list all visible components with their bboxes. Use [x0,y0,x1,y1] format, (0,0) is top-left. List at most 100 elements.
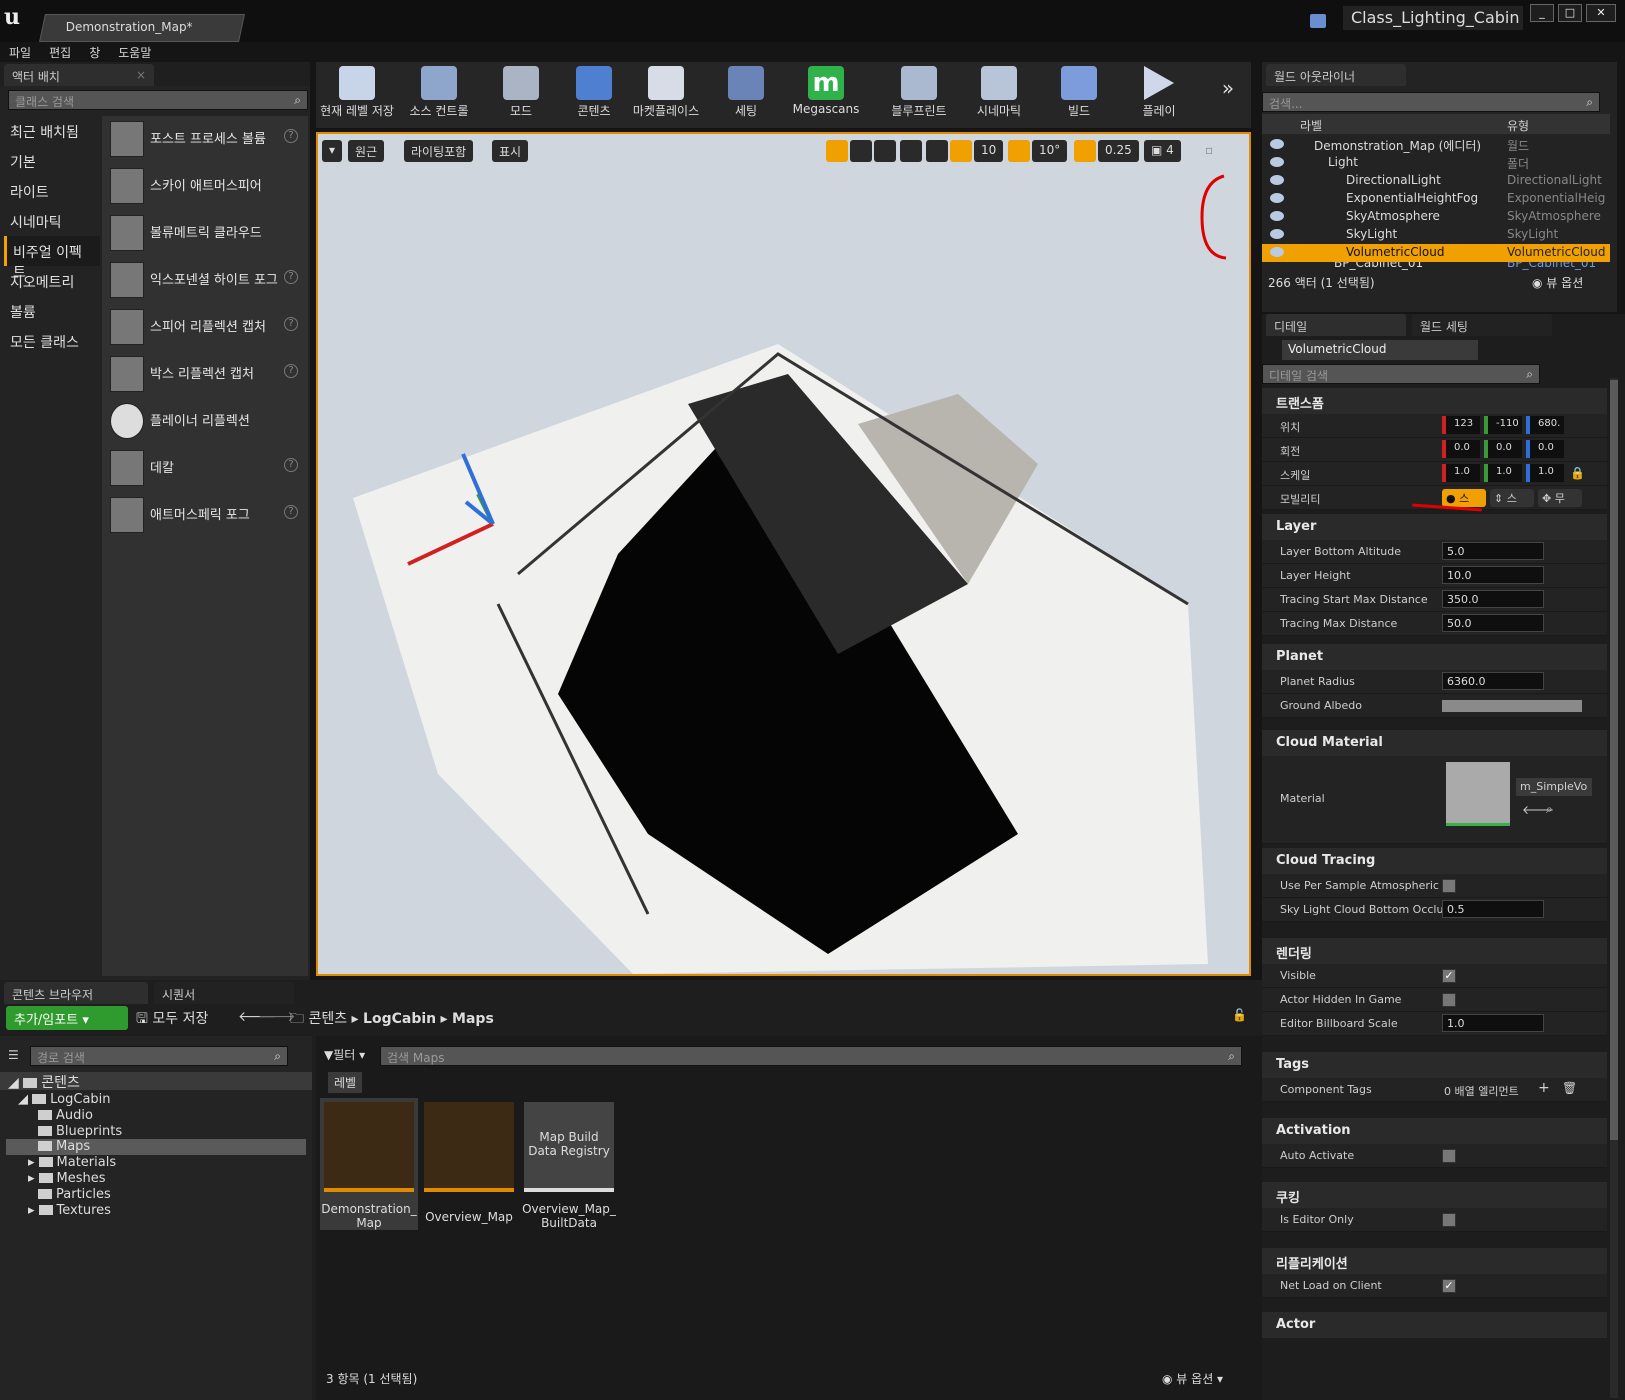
tree-node-textures[interactable]: ▸ Textures [28,1203,111,1218]
menu-help[interactable]: 도움말 [109,42,160,63]
is-editor-only-checkbox[interactable] [1442,1213,1456,1227]
rotation-x-field[interactable]: 0.0 [1442,440,1480,458]
browse-search-icon[interactable]: ⌕ [1546,802,1553,817]
outliner-row[interactable]: SkyLight SkyLight [1262,226,1610,244]
visibility-eye-icon[interactable] [1270,229,1284,239]
outliner-row[interactable]: SkyAtmosphere SkyAtmosphere [1262,208,1610,226]
menu-file[interactable]: 파일 [0,42,40,63]
outliner-view-options[interactable]: ◉ 뷰 옵션 [1532,274,1583,291]
category-lights[interactable]: 라이트 [4,176,100,206]
world-settings-tab[interactable]: 월드 세팅 [1412,314,1552,336]
tree-node-maps[interactable]: Maps [38,1139,90,1154]
viewport-options-button[interactable]: ▾ [322,140,342,162]
settings-button[interactable]: 세팅 [716,62,776,126]
visibility-eye-icon[interactable] [1270,157,1284,167]
actor-hidden-checkbox[interactable] [1442,993,1456,1007]
class-search-input[interactable]: 클래스 검색 ⌕ [8,90,308,110]
breadcrumb-content[interactable]: 콘텐츠 [308,1011,347,1027]
section-transform[interactable]: 트랜스폼 [1262,388,1607,414]
outliner-row[interactable]: BP_Cabinet_01 BP_Cabinet_01 [1262,262,1610,270]
scale-snap-icon[interactable] [1074,140,1096,162]
unreal-logo-icon[interactable]: u [4,4,30,32]
grid-snap-icon[interactable] [950,140,972,162]
grid-snap-value[interactable]: 10 [974,140,1004,162]
visibility-eye-icon[interactable] [1270,211,1284,221]
category-recent[interactable]: 최근 배치됨 [4,116,100,146]
camera-speed-button[interactable]: ▣ 4 [1144,140,1181,162]
tree-node-logcabin[interactable]: ◢ LogCabin [18,1092,111,1107]
menu-window[interactable]: 창 [80,42,109,63]
outliner-tab[interactable]: 월드 아웃라이너 [1266,64,1406,86]
lock-icon[interactable]: 🔒 [1570,466,1585,480]
close-tab-icon[interactable]: × [136,68,146,82]
net-load-checkbox[interactable]: ✓ [1442,1279,1456,1293]
details-search-input[interactable]: 디테일 검색 ⌕ [1262,364,1540,384]
section-planet[interactable]: Planet [1262,644,1607,670]
section-cloud-material[interactable]: Cloud Material [1262,730,1607,756]
rotation-y-field[interactable]: 0.0 [1484,440,1522,458]
details-scrollbar-thumb[interactable] [1610,380,1618,1140]
tree-node-materials[interactable]: ▸ Materials [28,1155,116,1170]
location-x-field[interactable]: 123 [1442,416,1480,434]
tree-node-blueprints[interactable]: Blueprints [38,1124,122,1139]
cinematics-button[interactable]: 시네마틱 [964,62,1034,126]
lock-icon[interactable]: 🔓 [1232,1008,1247,1022]
content-button[interactable]: 콘텐츠 [564,62,624,126]
asset-overview-map-builtdata[interactable]: Map Build Data Registry Overview_Map_ Bui… [520,1098,618,1230]
save-level-button[interactable]: 현재 레벨 저장 [318,62,396,126]
mobility-static-button[interactable]: ● 스 [1442,489,1486,507]
mobility-stationary-button[interactable]: ⇕ 스 [1490,489,1534,507]
section-actor[interactable]: Actor [1262,1312,1607,1338]
tree-node-meshes[interactable]: ▸ Meshes [28,1171,106,1186]
perspective-button[interactable]: 원근 [348,140,385,162]
tracing-start-max-distance-field[interactable]: 350.0 [1442,590,1544,608]
actor-item-atmospheric-fog[interactable]: 애트머스페릭 포그? [102,492,308,539]
tracing-max-distance-field[interactable]: 50.0 [1442,614,1544,632]
category-visual-effects[interactable]: 비주얼 이펙트 [4,236,100,281]
help-icon[interactable]: ? [284,364,298,378]
section-rendering[interactable]: 렌더링 [1262,938,1607,964]
breadcrumb-maps[interactable]: Maps [452,1011,494,1027]
help-icon[interactable]: ? [284,505,298,519]
tree-node-content[interactable]: ◢ 콘텐츠 [8,1072,80,1092]
maximize-button[interactable]: □ [1558,4,1582,22]
source-control-status-icon[interactable] [1310,14,1326,28]
scale-y-field[interactable]: 1.0 [1484,464,1522,482]
billboard-scale-field[interactable]: 1.0 [1442,1014,1544,1032]
visibility-eye-icon[interactable] [1270,193,1284,203]
place-actors-tab[interactable]: 액터 배치 × [4,64,154,86]
section-cloud-tracing[interactable]: Cloud Tracing [1262,848,1607,874]
actor-item-exponential-height-fog[interactable]: 익스포넨셜 하이트 포그? [102,257,308,304]
document-tab[interactable]: Demonstration_Map* [39,14,245,42]
tree-node-audio[interactable]: Audio [38,1108,93,1123]
help-icon[interactable]: ? [284,317,298,331]
layer-height-field[interactable]: 10.0 [1442,566,1544,584]
actor-item-sphere-reflection-capture[interactable]: 스피어 리플렉션 캡처? [102,304,308,351]
actor-item-planar-reflection[interactable]: 플레이너 리플렉션 [102,398,308,445]
actor-item-volumetric-cloud[interactable]: 볼류메트릭 클라우드 [102,210,308,257]
per-sample-checkbox[interactable] [1442,879,1456,893]
section-tags[interactable]: Tags [1262,1052,1607,1078]
rotation-z-field[interactable]: 0.0 [1526,440,1564,458]
close-button[interactable]: ✕ [1586,4,1616,22]
material-dropdown[interactable]: m_SimpleVo [1516,778,1592,796]
layer-bottom-altitude-field[interactable]: 5.0 [1442,542,1544,560]
category-basic[interactable]: 기본 [4,146,100,176]
mobility-movable-button[interactable]: ✥ 무 [1538,489,1582,507]
scale-snap-value[interactable]: 0.25 [1098,140,1139,162]
rotation-snap-value[interactable]: 10° [1032,140,1068,162]
outliner-row[interactable]: DirectionalLight DirectionalLight [1262,172,1610,190]
asset-overview-map[interactable]: Overview_Map [420,1098,518,1230]
modes-button[interactable]: 모드 [486,62,556,126]
help-icon[interactable]: ? [284,458,298,472]
outliner-row[interactable]: ExponentialHeightFog ExponentialHeig [1262,190,1610,208]
rotate-mode-icon[interactable] [850,140,872,162]
tree-node-particles[interactable]: Particles [38,1187,111,1202]
location-z-field[interactable]: 680. [1526,416,1564,434]
level-filter-chip[interactable]: 레벨 [328,1072,363,1093]
source-control-button[interactable]: 소스 컨트롤 [400,62,478,126]
marketplace-button[interactable]: 마켓플레이스 [628,62,704,126]
sequencer-tab[interactable]: 시퀀서 [154,982,294,1004]
world-space-icon[interactable] [900,140,922,162]
asset-demonstration-map[interactable]: Demonstration_ Map [320,1098,418,1230]
